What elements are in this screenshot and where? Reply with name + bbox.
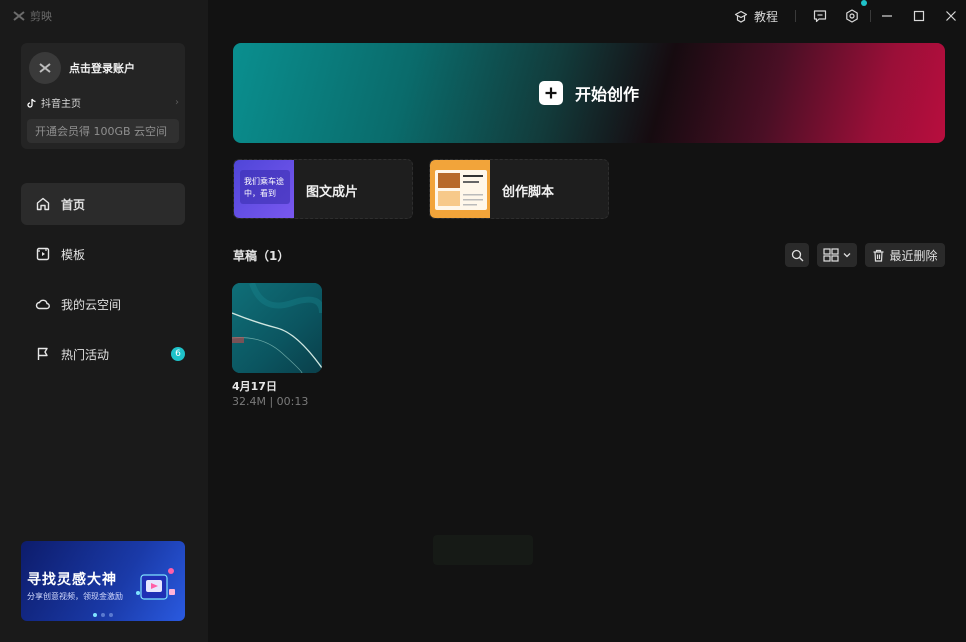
plus-icon [538, 81, 563, 105]
account-card: 点击登录账户 抖音主页 › 开通会员得 100GB 云空间 [21, 43, 185, 149]
titlebar-divider [870, 10, 871, 22]
events-count-badge: 6 [171, 347, 185, 361]
douyin-home-link[interactable]: 抖音主页 › [27, 95, 179, 110]
douyin-icon [27, 98, 36, 108]
placeholder-area [433, 535, 533, 565]
recent-delete-button[interactable]: 最近删除 [865, 243, 945, 267]
image-to-video-card[interactable]: 我们乘车途 中，看到 图文成片 [233, 159, 413, 219]
capcut-avatar-icon [39, 63, 51, 73]
close-icon [946, 11, 956, 21]
cloud-icon [35, 299, 50, 310]
sidebar-item-label: 我的云空间 [61, 297, 122, 312]
sidebar-item-events[interactable]: 热门活动 6 [21, 333, 185, 375]
titlebar-divider [795, 10, 796, 22]
chevron-down-icon [843, 253, 851, 258]
banner-title: 寻找灵感大神 [27, 572, 117, 588]
thumb-text: 我们乘车途 [244, 176, 284, 186]
search-icon [791, 249, 803, 261]
view-toggle-button[interactable] [817, 243, 857, 267]
banner-dot[interactable] [101, 613, 105, 617]
banner-pagination[interactable] [93, 613, 113, 617]
recent-delete-label: 最近删除 [889, 248, 938, 263]
sidebar-item-cloud[interactable]: 我的云空间 [21, 283, 185, 325]
feedback-button[interactable] [811, 7, 829, 25]
maximize-icon [913, 10, 925, 22]
start-creating-button[interactable]: 开始创作 [233, 43, 945, 143]
banner-dot[interactable] [93, 613, 97, 617]
capcut-logo-icon [13, 11, 25, 21]
sidebar-item-templates[interactable]: 模板 [21, 233, 185, 275]
login-link[interactable]: 点击登录账户 [69, 60, 135, 76]
promo-banner[interactable]: 寻找灵感大神 分享创意视频，领现金激励 [21, 541, 185, 621]
minimize-icon [882, 15, 892, 17]
tutorial-button[interactable]: 教程 [734, 8, 778, 25]
sidebar-item-label: 热门活动 [61, 347, 110, 362]
script-card[interactable]: 创作脚本 [429, 159, 609, 219]
sidebar-nav: 首页 模板 我的云空间 热门活动 6 [21, 183, 185, 383]
feedback-icon [813, 10, 827, 23]
settings-button[interactable] [843, 7, 861, 25]
home-icon [36, 197, 50, 211]
settings-icon [846, 9, 858, 23]
tutorial-label: 教程 [753, 10, 778, 24]
notification-dot [861, 0, 867, 6]
tutorial-icon [734, 10, 748, 23]
start-creating-label: 开始创作 [574, 85, 639, 104]
banner-dot[interactable] [109, 613, 113, 617]
close-button[interactable] [942, 7, 960, 25]
draft-name: 4月17日 [232, 380, 277, 393]
app-logo: 剪映 [12, 8, 52, 24]
draft-thumbnail[interactable] [232, 283, 322, 373]
image-to-video-label: 图文成片 [306, 185, 359, 200]
sidebar-item-home[interactable]: 首页 [21, 183, 185, 225]
drafts-title: 草稿（1） [233, 249, 290, 263]
sidebar: 剪映 点击登录账户 抖音主页 › 开通会员得 100GB 云空间 首页 模板 我… [0, 0, 208, 642]
image-to-video-thumb: 我们乘车途 中，看到 [234, 160, 294, 218]
script-thumb [430, 160, 490, 218]
minimize-button[interactable] [878, 7, 896, 25]
draft-preview-image [232, 283, 322, 373]
sidebar-item-label: 模板 [61, 247, 86, 262]
trash-icon [873, 249, 884, 262]
thumb-text: 中，看到 [244, 188, 276, 198]
avatar[interactable] [29, 52, 61, 84]
grid-view-icon [823, 248, 839, 262]
chevron-right-icon: › [175, 97, 179, 108]
banner-subtitle: 分享创意视频，领现金激励 [27, 592, 123, 601]
sidebar-item-label: 首页 [61, 197, 86, 212]
template-icon [36, 247, 50, 261]
search-button[interactable] [785, 243, 809, 267]
vip-promo-button[interactable]: 开通会员得 100GB 云空间 [27, 119, 179, 143]
app-name: 剪映 [30, 10, 52, 23]
douyin-label: 抖音主页 [41, 99, 81, 110]
maximize-button[interactable] [910, 7, 928, 25]
gift-box-icon [136, 568, 175, 600]
draft-meta: 32.4M | 00:13 [232, 395, 309, 408]
flag-icon [37, 347, 48, 360]
script-label: 创作脚本 [502, 185, 555, 200]
